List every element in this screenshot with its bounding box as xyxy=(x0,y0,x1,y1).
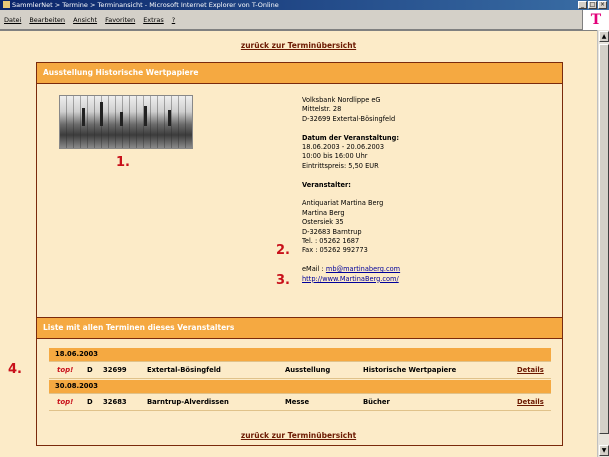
menu-datei[interactable]: Datei xyxy=(4,16,21,24)
website-link[interactable]: http://www.MartinaBerg.com/ xyxy=(302,275,399,283)
event-topic: Bücher xyxy=(363,398,390,406)
organizer-street: Ostersiek 35 xyxy=(302,218,344,227)
email-line: eMail : mb@martinaberg.com xyxy=(302,265,522,274)
back-link-bottom[interactable]: zurück zur Terminübersicht xyxy=(0,431,597,440)
event-city: Extertal-Bösingfeld xyxy=(147,366,221,374)
table-row: top! D 32683 Barntrup-Alverdissen Messe … xyxy=(49,393,551,411)
organizer-city: D-32683 Barntrup xyxy=(302,227,362,236)
event-country: D xyxy=(87,398,93,406)
location-name: Volksbank Nordlippe eG xyxy=(302,96,381,104)
event-zip: 32699 xyxy=(103,366,127,374)
window-controls: _ □ × xyxy=(578,1,607,9)
details-link[interactable]: Details xyxy=(517,394,544,410)
event-country: D xyxy=(87,366,93,374)
ie-icon xyxy=(3,1,10,8)
menu-extras[interactable]: Extras xyxy=(143,16,164,24)
date-heading: Datum der Veranstaltung: xyxy=(302,133,399,142)
table-row: top! D 32699 Extertal-Bösingfeld Ausstel… xyxy=(49,361,551,379)
window-title: SammlerNet > Termine > Terminansicht - M… xyxy=(12,1,279,9)
event-photo xyxy=(59,95,193,149)
back-link-top[interactable]: zurück zur Terminübersicht xyxy=(0,41,597,50)
event-date-1: 18.06.2003 xyxy=(49,348,551,361)
event-type: Ausstellung xyxy=(285,366,331,374)
location-street: Mittelstr. 28 xyxy=(302,105,342,114)
menu-help[interactable]: ? xyxy=(172,16,175,24)
date-range: 18.06.2003 - 20.06.2003 xyxy=(302,143,385,152)
top-badge: top! xyxy=(57,398,74,406)
organizer-heading: Veranstalter: xyxy=(302,180,351,189)
details-link[interactable]: Details xyxy=(517,362,544,378)
menu-bearbeiten[interactable]: Bearbeiten xyxy=(29,16,65,24)
event-topic: Historische Wertpapiere xyxy=(363,366,457,374)
menu-ansicht[interactable]: Ansicht xyxy=(73,16,97,24)
email-link[interactable]: mb@martinaberg.com xyxy=(326,265,400,273)
entry-fee: Eintrittspreis: 5,50 EUR xyxy=(302,161,379,170)
event-city: Barntrup-Alverdissen xyxy=(147,398,229,406)
marker-2: 2. xyxy=(276,243,290,258)
top-badge: top! xyxy=(57,366,74,374)
minimize-button[interactable]: _ xyxy=(578,1,587,9)
event-box: Ausstellung Historische Wertpapiere 1. 2… xyxy=(36,62,563,446)
scroll-down-icon[interactable]: ▼ xyxy=(599,445,609,456)
event-zip: 32683 xyxy=(103,398,127,406)
marker-3: 3. xyxy=(276,273,290,288)
menu-bar: Datei Bearbeiten Ansicht Favoriten Extra… xyxy=(0,10,609,30)
scroll-up-icon[interactable]: ▲ xyxy=(599,31,609,42)
event-list: 18.06.2003 top! D 32699 Extertal-Bösingf… xyxy=(37,342,562,440)
maximize-button[interactable]: □ xyxy=(588,1,597,9)
menu-favoriten[interactable]: Favoriten xyxy=(105,16,135,24)
scroll-thumb[interactable] xyxy=(599,44,609,434)
event-info: Volksbank Nordlippe eG Mittelstr. 28 D-3… xyxy=(302,96,522,284)
close-button[interactable]: × xyxy=(598,1,607,9)
page-viewport: zurück zur Terminübersicht Ausstellung H… xyxy=(0,30,597,457)
event-time: 10:00 bis 16:00 Uhr xyxy=(302,152,368,161)
organizer-tel: Tel. : 05262 1687 xyxy=(302,237,360,246)
event-type: Messe xyxy=(285,398,310,406)
marker-1: 1. xyxy=(116,155,130,170)
organizer-person: Martina Berg xyxy=(302,208,345,217)
organizer-company: Antiquariat Martina Berg xyxy=(302,199,384,208)
location-city: D-32699 Extertal-Bösingfeld xyxy=(302,114,396,123)
window-titlebar: SammlerNet > Termine > Terminansicht - M… xyxy=(0,0,609,10)
marker-4: 4. xyxy=(8,362,22,377)
event-title: Ausstellung Historische Wertpapiere xyxy=(37,62,562,84)
t-online-logo: T xyxy=(582,10,609,30)
organizer-fax: Fax : 05262 992773 xyxy=(302,246,368,255)
email-label: eMail : xyxy=(302,265,324,274)
event-date-2: 30.08.2003 xyxy=(49,380,551,393)
vertical-scrollbar[interactable]: ▲ ▼ xyxy=(597,30,609,457)
event-list-title: Liste mit allen Terminen dieses Veransta… xyxy=(37,317,562,339)
